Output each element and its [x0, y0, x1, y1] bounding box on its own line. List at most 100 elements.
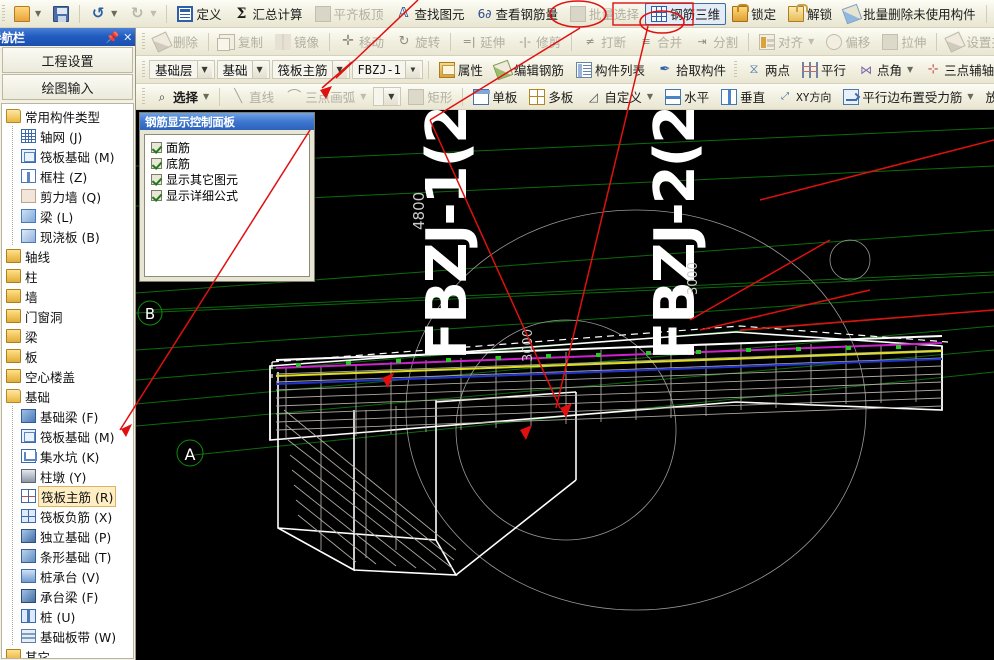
rectangle-button[interactable]: 矩形 — [402, 86, 458, 108]
tree-item-axis-lines[interactable]: 轴线 — [4, 246, 133, 266]
chevron-down-icon[interactable]: ▼ — [383, 88, 399, 105]
copy-button[interactable]: 复制 — [213, 31, 269, 53]
tree-item-beams[interactable]: 梁 — [4, 326, 133, 346]
tree-item-sump-pit[interactable]: 集水坑 (K) — [4, 446, 133, 466]
flush-slab-top-button[interactable]: 平齐板顶 — [309, 3, 390, 25]
select-button[interactable]: ⌕ 选择 ▼ — [148, 86, 215, 108]
pin-icon[interactable]: 📌 — [105, 31, 120, 44]
tree-item-frame-column[interactable]: 框柱 (Z) — [4, 166, 133, 186]
checkbox-row-show-other-elements[interactable]: 显示其它图元 — [151, 171, 309, 187]
rebar-display-control-panel[interactable]: 钢筋显示控制面板 面筋 底筋 显示其它图元 显示详细公式 — [139, 112, 315, 282]
trim-button[interactable]: -|- 修剪 — [511, 31, 567, 53]
nav-button-drawing-input[interactable]: 绘图输入 — [2, 74, 133, 100]
lock-button[interactable]: 锁定 — [726, 3, 782, 25]
component-name-select[interactable]: FBZJ-1 ▼ — [351, 60, 423, 79]
chevron-down-icon[interactable]: ▼ — [360, 92, 366, 101]
tree-item-slabs[interactable]: 板 — [4, 346, 133, 366]
pick-component-button[interactable]: ✒ 拾取构件 — [651, 59, 732, 81]
toolbar-grip[interactable] — [142, 32, 145, 51]
chevron-down-icon[interactable]: ▼ — [203, 92, 209, 101]
split-button[interactable]: ⇥ 分割 — [688, 31, 744, 53]
tree-item-foundation-band[interactable]: 基础板带 (W) — [4, 626, 133, 646]
define-button[interactable]: 定义 — [171, 3, 227, 25]
chevron-down-icon[interactable]: ▼ — [808, 37, 814, 46]
tree-item-cast-slab[interactable]: 现浇板 (B) — [4, 226, 133, 246]
chevron-down-icon[interactable]: ▼ — [251, 61, 267, 78]
top-rebar-checkbox[interactable] — [151, 141, 162, 153]
redo-button[interactable]: ↻ ▼ — [123, 3, 162, 25]
tree-item-foundation[interactable]: 基础 — [4, 386, 133, 406]
open-button[interactable]: ▼ — [8, 3, 47, 25]
batch-select-button[interactable]: 批量选择 — [564, 3, 645, 25]
view-3d-button[interactable]: 三维▼ — [991, 3, 994, 25]
chevron-down-icon[interactable]: ▼ — [111, 9, 117, 18]
view-rebar-quantity-button[interactable]: 6∂ 查看钢筋量 — [471, 3, 565, 25]
rebar-3d-button[interactable]: 钢筋三维 — [645, 2, 727, 25]
parallel-edge-rebar-button[interactable]: 平行边布置受力筋 ▼ — [837, 86, 979, 108]
three-point-aux-axis-button[interactable]: ⊹三点辅轴▼ — [919, 59, 994, 81]
chevron-down-icon[interactable]: ▼ — [907, 65, 913, 74]
tree-item-beam[interactable]: 梁 (L) — [4, 206, 133, 226]
toolbar-grip[interactable] — [142, 60, 145, 79]
parallel-button[interactable]: 平行 — [796, 59, 852, 81]
extend-button[interactable]: =| 延伸 — [455, 31, 511, 53]
checkbox-row-show-detail-formula[interactable]: 显示详细公式 — [151, 187, 309, 203]
show-detail-formula-checkbox[interactable] — [151, 189, 162, 201]
tree-item-other[interactable]: 其它 — [4, 646, 133, 658]
tree-item-door-window-openings[interactable]: 门窗洞 — [4, 306, 133, 326]
tree-item-shear-wall[interactable]: 剪力墙 (Q) — [4, 186, 133, 206]
set-grip-button[interactable]: 设置夹点 — [941, 30, 994, 53]
bottom-rebar-checkbox[interactable] — [151, 157, 162, 169]
tree-item-strip-foundation[interactable]: 条形基础 (T) — [4, 546, 133, 566]
radial-rebar-button[interactable]: 放射筋▼ — [980, 86, 994, 108]
find-element-button[interactable]: 𝔸 查找图元 — [390, 3, 471, 25]
tree-item-cap-beam[interactable]: 承台梁 (F) — [4, 586, 133, 606]
nav-button-project-settings[interactable]: 工程设置 — [2, 47, 133, 73]
chevron-down-icon[interactable]: ▼ — [196, 61, 212, 78]
checkbox-row-bottom-rebar[interactable]: 底筋 — [151, 155, 309, 171]
move-button[interactable]: ✛ 移动 — [334, 31, 390, 53]
category-select[interactable]: 基础 ▼ — [216, 60, 270, 79]
save-button[interactable] — [47, 3, 75, 25]
toolbar-grip[interactable] — [733, 60, 737, 79]
checkbox-row-top-rebar[interactable]: 面筋 — [151, 139, 309, 155]
three-point-arc-button[interactable]: ⌒ 三点画弧 ▼ — [280, 86, 372, 108]
single-slab-button[interactable]: 单板 — [467, 86, 523, 108]
align-button[interactable]: 对齐 ▼ — [753, 31, 820, 53]
mirror-button[interactable]: 镜像 — [269, 31, 325, 53]
undo-button[interactable]: ↺ ▼ — [84, 3, 123, 25]
delete-button[interactable]: 删除 — [148, 30, 204, 53]
draw-mode-combo[interactable]: ▼ — [373, 87, 402, 106]
chevron-down-icon[interactable]: ▼ — [404, 61, 420, 78]
tree-item-foundation-beam[interactable]: 基础梁 (F) — [4, 406, 133, 426]
rebar-panel-titlebar[interactable]: 钢筋显示控制面板 — [140, 113, 314, 130]
tree-item-columns[interactable]: 柱 — [4, 266, 133, 286]
tree-item-hollow-floor[interactable]: 空心楼盖 — [4, 366, 133, 386]
chevron-down-icon[interactable]: ▼ — [331, 61, 347, 78]
multi-slab-button[interactable]: 多板 — [523, 86, 579, 108]
tree-item-raft-foundation-2[interactable]: 筏板基础 (M) — [4, 426, 133, 446]
stretch-button[interactable]: 拉伸 — [876, 31, 932, 53]
toolbar-grip[interactable] — [142, 87, 145, 106]
tree-item-independent-foundation[interactable]: 独立基础 (P) — [4, 526, 133, 546]
floor-select[interactable]: 基础层 ▼ — [149, 60, 215, 79]
point-angle-button[interactable]: ⋈ 点角 ▼ — [852, 59, 919, 81]
tree-item-pile-cap[interactable]: 桩承台 (V) — [4, 566, 133, 586]
merge-button[interactable]: ≡ 合并 — [632, 31, 688, 53]
component-type-select[interactable]: 筏板主筋 ▼ — [271, 60, 350, 79]
rotate-button[interactable]: ↻ 旋转 — [390, 31, 446, 53]
unlock-button[interactable]: 解锁 — [782, 3, 838, 25]
tree-item-axis-grid[interactable]: 轴网 (J) — [4, 126, 133, 146]
offset-button[interactable]: 偏移 — [820, 31, 876, 53]
edit-rebar-button[interactable]: 编辑钢筋 — [489, 59, 570, 81]
properties-button[interactable]: 属性 — [433, 59, 489, 81]
two-point-button[interactable]: ⧖ 两点 — [740, 59, 796, 81]
show-other-elements-checkbox[interactable] — [151, 173, 162, 185]
line-button[interactable]: ╲ 直线 — [224, 86, 280, 108]
toolbar-grip[interactable] — [2, 4, 5, 23]
break-button[interactable]: ≠ 打断 — [576, 31, 632, 53]
tree-item-pile[interactable]: 桩 (U) — [4, 606, 133, 626]
tree-item-raft-foundation[interactable]: 筏板基础 (M) — [4, 146, 133, 166]
summary-calc-button[interactable]: Σ 汇总计算 — [227, 3, 308, 25]
horizontal-button[interactable]: 水平 — [659, 86, 715, 108]
